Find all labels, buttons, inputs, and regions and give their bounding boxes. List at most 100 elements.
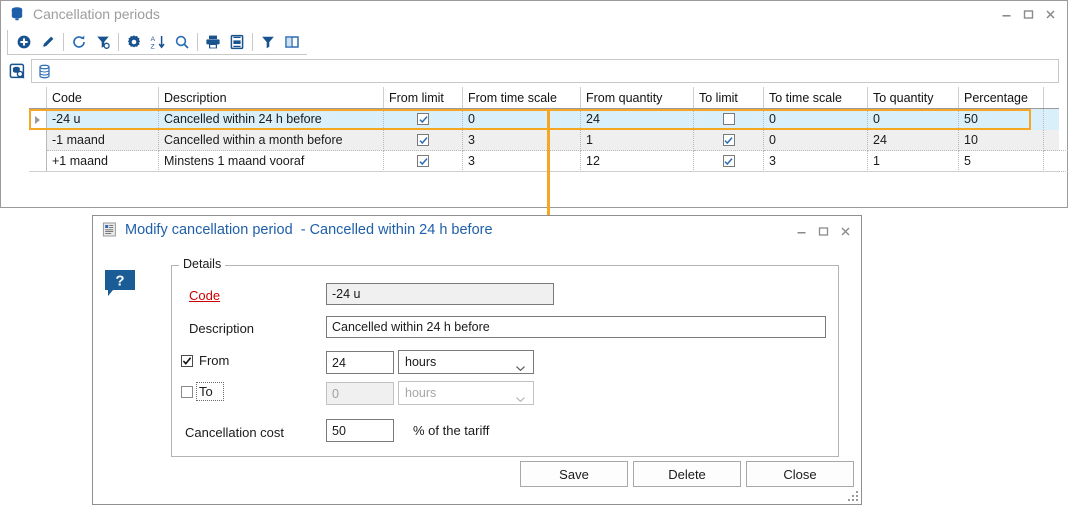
from-label: From xyxy=(199,353,230,368)
grid-cell-spacer[interactable] xyxy=(1044,109,1068,130)
search-button[interactable] xyxy=(170,31,194,53)
from-quantity-input[interactable]: 24 xyxy=(326,351,394,374)
description-input[interactable]: Cancelled within 24 h before xyxy=(326,316,826,338)
grid-cell-from_time_scale[interactable]: 3 xyxy=(463,130,581,151)
checkbox-from_limit[interactable] xyxy=(417,134,429,146)
resize-grip-icon[interactable] xyxy=(846,489,858,501)
close-icon[interactable] xyxy=(1039,3,1061,25)
grid-header-row: Code Description From limit From time scale… xyxy=(29,87,1059,109)
grid-cell-from_limit[interactable] xyxy=(384,109,463,130)
checkbox-from_limit[interactable] xyxy=(417,113,429,125)
database-icon xyxy=(37,64,52,79)
grid-cell-description[interactable]: Minstens 1 maand vooraf xyxy=(159,151,384,172)
dialog-close-icon[interactable] xyxy=(834,220,856,242)
grid-cell-from_time_scale[interactable]: 3 xyxy=(463,151,581,172)
settings-button[interactable] xyxy=(122,31,146,53)
grid-header-description[interactable]: Description xyxy=(159,87,384,108)
main-toolbar: A Z xyxy=(7,30,307,55)
grid-cell-to_time_scale[interactable]: 0 xyxy=(764,109,868,130)
grid-cell-code[interactable]: -24 u xyxy=(47,109,159,130)
grid-cell-percentage[interactable]: 10 xyxy=(959,130,1044,151)
refresh-button[interactable] xyxy=(67,31,91,53)
grid-cell-code[interactable]: -1 maand xyxy=(47,130,159,151)
edit-record-button[interactable] xyxy=(36,31,60,53)
svg-text:A: A xyxy=(151,36,156,43)
grid-cell-description[interactable]: Cancelled within 24 h before xyxy=(159,109,384,130)
grid-header-code[interactable]: Code xyxy=(47,87,159,108)
grid-header-to_limit[interactable]: To limit xyxy=(694,87,764,108)
grid-cell-to_quantity[interactable]: 24 xyxy=(868,130,959,151)
grid-header-to_quantity[interactable]: To quantity xyxy=(868,87,959,108)
grid-cell-code[interactable]: +1 maand xyxy=(47,151,159,172)
grid-header-percentage[interactable]: Percentage xyxy=(959,87,1044,108)
grid-header-from_quantity[interactable]: From quantity xyxy=(581,87,694,108)
grid-header-from_time_scale[interactable]: From time scale xyxy=(463,87,581,108)
document-form-icon xyxy=(102,222,117,237)
grid-cell-spacer[interactable] xyxy=(1044,151,1068,172)
close-button[interactable]: Close xyxy=(746,461,854,487)
table-row[interactable]: -1 maand Cancelled within a month before 3… xyxy=(29,130,1068,151)
grid-cell-description[interactable]: Cancelled within a month before xyxy=(159,130,384,151)
dialog-button-bar: Save Delete Close xyxy=(93,449,861,504)
grid-cell-to_quantity[interactable]: 0 xyxy=(868,109,959,130)
to-quantity-input[interactable]: 0 xyxy=(326,382,394,405)
maximize-icon[interactable] xyxy=(1017,3,1039,25)
checkbox-to_limit[interactable] xyxy=(722,113,735,125)
cancellation-periods-grid: Code Description From limit From time scale… xyxy=(29,87,1068,172)
table-row[interactable]: +1 maand Minstens 1 maand vooraf 3 12 3 1 5 xyxy=(29,151,1068,172)
help-bubble-icon[interactable]: ? xyxy=(104,269,136,299)
grid-cell-from_limit[interactable] xyxy=(384,130,463,151)
grid-cell-to_quantity[interactable]: 1 xyxy=(868,151,959,172)
grid-cell-percentage[interactable]: 5 xyxy=(959,151,1044,172)
lookup-field[interactable] xyxy=(31,59,1059,83)
grid-header-from_limit[interactable]: From limit xyxy=(384,87,463,108)
grid-cell-spacer[interactable] xyxy=(1044,130,1068,151)
main-window-controls xyxy=(995,3,1061,25)
grid-cell-percentage[interactable]: 50 xyxy=(959,109,1044,130)
funnel-filter-button[interactable] xyxy=(256,31,280,53)
grid-header-to_time_scale[interactable]: To time scale xyxy=(764,87,868,108)
cancellation-cost-input[interactable]: 50 xyxy=(326,419,394,442)
code-input[interactable]: -24 u xyxy=(326,283,554,305)
minimize-icon[interactable] xyxy=(995,3,1017,25)
grid-cell-from_quantity[interactable]: 1 xyxy=(581,130,694,151)
sort-az-button[interactable]: A Z xyxy=(146,31,170,53)
checkbox-to_limit[interactable] xyxy=(722,134,735,146)
to-scale-select[interactable]: hours xyxy=(398,381,534,405)
grid-cell-to_time_scale[interactable]: 3 xyxy=(764,151,868,172)
add-record-button[interactable] xyxy=(12,31,36,53)
grid-cell-to_limit[interactable] xyxy=(694,151,764,172)
cancellation-cost-label: Cancellation cost xyxy=(185,425,284,440)
toolbar-group-tools: A Z xyxy=(119,31,197,53)
row-marker[interactable] xyxy=(29,151,47,172)
dialog-minimize-icon[interactable] xyxy=(790,220,812,242)
grid-cell-to_limit[interactable] xyxy=(694,109,764,130)
row-marker[interactable] xyxy=(29,130,47,151)
grid-cell-to_limit[interactable] xyxy=(694,130,764,151)
code-label: Code xyxy=(189,288,221,303)
from-checkbox[interactable] xyxy=(181,355,193,367)
lookup-bar xyxy=(5,59,1059,83)
from-scale-select[interactable]: hours xyxy=(398,350,534,374)
table-row[interactable]: -24 u Cancelled within 24 h before 0 24 0 0 50 xyxy=(29,109,1059,130)
toolbar-group-refresh xyxy=(64,31,118,53)
row-marker-header xyxy=(29,87,47,108)
grid-cell-from_time_scale[interactable]: 0 xyxy=(463,109,581,130)
delete-button[interactable]: Delete xyxy=(633,461,741,487)
print-preview-button[interactable] xyxy=(225,31,249,53)
grid-cell-to_time_scale[interactable]: 0 xyxy=(764,130,868,151)
database-search-icon[interactable] xyxy=(5,59,29,83)
grid-cell-from_quantity[interactable]: 12 xyxy=(581,151,694,172)
columns-layout-button[interactable] xyxy=(280,31,304,53)
grid-header-spacer[interactable] xyxy=(1044,87,1068,108)
save-button[interactable]: Save xyxy=(520,461,628,487)
checkbox-to_limit[interactable] xyxy=(722,155,735,167)
row-marker[interactable] xyxy=(29,109,47,130)
clear-filter-button[interactable] xyxy=(91,31,115,53)
grid-cell-from_quantity[interactable]: 24 xyxy=(581,109,694,130)
checkbox-from_limit[interactable] xyxy=(417,155,429,167)
to-checkbox[interactable] xyxy=(181,386,193,398)
grid-cell-from_limit[interactable] xyxy=(384,151,463,172)
dialog-maximize-icon[interactable] xyxy=(812,220,834,242)
print-button[interactable] xyxy=(201,31,225,53)
